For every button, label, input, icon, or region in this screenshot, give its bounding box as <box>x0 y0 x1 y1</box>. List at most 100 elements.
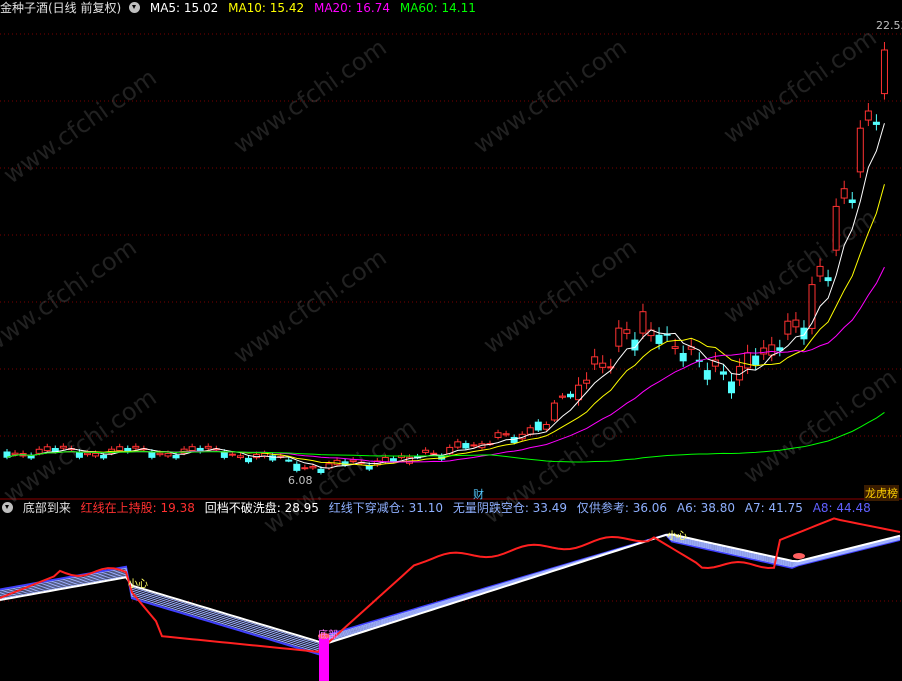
candle[interactable] <box>100 454 108 459</box>
candle[interactable] <box>204 445 212 449</box>
candle[interactable] <box>285 459 293 462</box>
candle[interactable] <box>462 443 470 449</box>
bottom-signal-bar <box>319 636 329 681</box>
candle[interactable] <box>784 320 792 335</box>
candle[interactable] <box>43 446 51 452</box>
candle[interactable] <box>11 452 19 456</box>
candle[interactable] <box>454 441 462 448</box>
candle[interactable] <box>534 421 542 431</box>
candle[interactable] <box>719 371 727 375</box>
candle[interactable] <box>188 446 196 451</box>
candle[interactable] <box>728 381 735 394</box>
candle[interactable] <box>591 356 599 365</box>
candle[interactable] <box>422 449 430 453</box>
candle[interactable] <box>880 49 888 95</box>
ma20-label: MA20: 16.74 <box>313 1 391 15</box>
candle[interactable] <box>470 444 478 447</box>
candle[interactable] <box>494 432 502 438</box>
ma5-label: MA5: 15.02 <box>149 1 219 15</box>
candle[interactable] <box>800 327 808 340</box>
candle[interactable] <box>744 352 752 369</box>
candle[interactable] <box>35 448 43 454</box>
candle[interactable] <box>389 458 397 462</box>
candle[interactable] <box>502 433 510 436</box>
indicator-item-3: 红线下穿减仓: 31.10 <box>328 501 443 515</box>
candle[interactable] <box>575 384 583 401</box>
bottom-legend: 底部到来 红线在上持股: 19.38 回档不破洗盘: 28.95 红线下穿减仓:… <box>0 500 877 516</box>
watermark-layer: www.cfchi.com www.cfchi.com www.cfchi.com w… <box>0 23 902 539</box>
candle[interactable] <box>864 110 872 121</box>
candle[interactable] <box>832 205 840 251</box>
candle[interactable] <box>228 453 236 456</box>
candle[interactable] <box>510 436 518 443</box>
dropdown-icon[interactable] <box>129 2 141 13</box>
candle[interactable] <box>116 446 124 452</box>
candle[interactable] <box>309 466 317 469</box>
candle[interactable] <box>245 457 252 463</box>
candle[interactable] <box>872 121 880 125</box>
candle[interactable] <box>816 265 824 277</box>
indicator-panel[interactable] <box>0 517 901 681</box>
candle[interactable] <box>172 454 180 459</box>
candle[interactable] <box>293 463 301 471</box>
longhubang-marker[interactable]: 龙虎榜 <box>864 485 899 501</box>
candle[interactable] <box>164 452 172 457</box>
candle[interactable] <box>84 452 91 456</box>
ma60-label: MA60: 14.11 <box>399 1 476 15</box>
candle[interactable] <box>752 355 760 365</box>
indicator-item-2: 回档不破洗盘: 28.95 <box>204 501 319 515</box>
candle[interactable] <box>599 362 607 368</box>
candle[interactable] <box>840 188 848 199</box>
finance-marker[interactable]: 财 <box>473 486 484 502</box>
indicator-title[interactable]: 底部到来 <box>23 501 71 515</box>
candle[interactable] <box>703 370 711 380</box>
candle[interactable] <box>679 352 687 362</box>
candle[interactable] <box>220 451 228 458</box>
candle[interactable] <box>583 379 591 384</box>
candle[interactable] <box>430 452 438 455</box>
candle[interactable] <box>526 427 534 435</box>
watermark-text: www.cfchi.com <box>468 33 631 159</box>
candle[interactable] <box>542 423 550 430</box>
candle[interactable] <box>148 451 156 458</box>
candle[interactable] <box>301 467 309 470</box>
candle[interactable] <box>236 455 244 458</box>
candle[interactable] <box>567 393 574 398</box>
watermark-text: www.cfchi.com <box>0 233 142 359</box>
candle[interactable] <box>558 395 566 398</box>
candle[interactable] <box>848 199 856 204</box>
watermark-text: www.cfchi.com <box>228 243 391 369</box>
indicator-item-4: 无量阴跌空仓: 33.49 <box>452 501 568 515</box>
candle[interactable] <box>824 277 832 282</box>
indicator-band-line <box>0 534 901 648</box>
candle[interactable] <box>550 402 558 421</box>
candle[interactable] <box>671 346 679 349</box>
candle[interactable] <box>92 452 100 457</box>
candle[interactable] <box>349 459 357 463</box>
candle[interactable] <box>792 319 800 328</box>
dropdown-icon[interactable] <box>2 502 13 513</box>
candle[interactable] <box>856 127 864 173</box>
candle[interactable] <box>59 445 67 449</box>
indicator-band-line <box>0 534 901 650</box>
candle[interactable] <box>623 329 631 334</box>
watermark-text: www.cfchi.com <box>718 203 881 329</box>
candle[interactable] <box>75 451 83 458</box>
ma10-line <box>6 184 885 467</box>
price-high-label: 22.53 <box>876 19 902 32</box>
watermark-text: www.cfchi.com <box>738 363 901 489</box>
candle[interactable] <box>156 452 164 456</box>
candle[interactable] <box>132 445 140 449</box>
price-low-label: 6.08 <box>288 474 313 487</box>
candle[interactable] <box>317 468 325 473</box>
indicator-item-1: 红线在上持股: 19.38 <box>80 501 195 515</box>
candle[interactable] <box>615 327 623 347</box>
indicator-item-6: A6: 38.80 <box>676 501 735 515</box>
candle[interactable] <box>768 344 776 356</box>
watermark-text: www.cfchi.com <box>258 413 421 539</box>
indicator-item-7: A7: 41.75 <box>744 501 803 515</box>
watermark-text: www.cfchi.com <box>228 33 391 159</box>
candle[interactable] <box>639 311 647 334</box>
stock-title[interactable]: 金种子酒(日线 前复权) <box>0 1 121 15</box>
candle[interactable] <box>655 334 663 344</box>
